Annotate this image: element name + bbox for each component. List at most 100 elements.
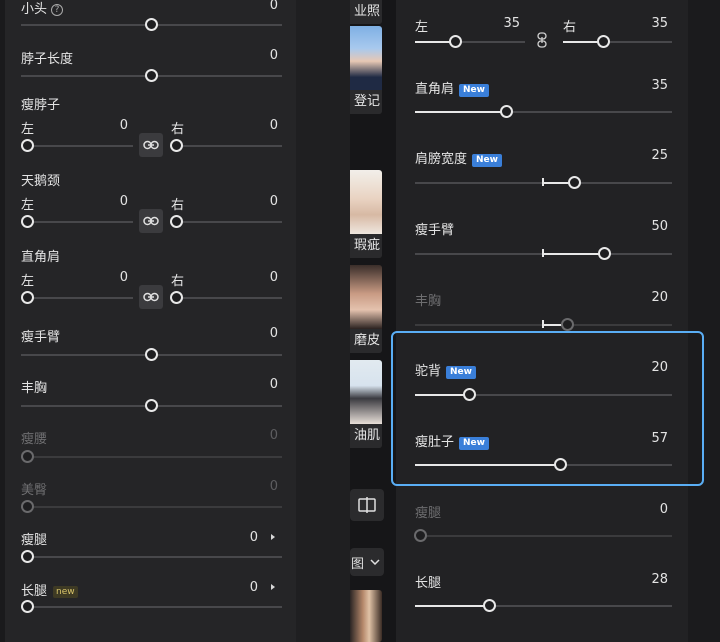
preset-thumb[interactable]: 登记 [350,26,382,114]
long-leg-slider-knob[interactable] [483,599,496,612]
neck-length-label: 脖子长度 [21,52,74,67]
expand-arrow-icon[interactable] [271,584,275,590]
help-icon[interactable]: ? [51,4,64,16]
thin-leg-slider-knob[interactable] [21,550,34,563]
preset-thumb-label: 瑕疵 [350,234,382,258]
long-leg-slider-track[interactable] [21,606,282,608]
link-toggle-button[interactable] [139,209,163,233]
long-leg-value: 28 [651,572,668,587]
thin-waist-value: 0 [269,428,278,443]
long-leg-value: 0 [249,580,258,595]
preset-thumb[interactable]: 瑕疵 [350,170,382,258]
small-head-slider-knob[interactable] [145,18,158,31]
long-leg-slider-knob[interactable] [21,600,34,613]
shoulder-width-slider-knob[interactable] [568,176,581,189]
full-chest-label: 丰胸 [21,381,48,396]
small-head-value: 0 [269,0,278,13]
long-leg-slider-fill [415,605,491,607]
hip-slider-track [21,506,282,508]
thin-arm-value: 0 [269,326,278,341]
full-chest-slider-knob[interactable] [561,318,574,331]
square-shoulder-slider-knob[interactable] [500,105,513,118]
square-shoulder-slider-fill [415,111,507,113]
link-icon [143,140,159,150]
square-shoulder-right-slider-track[interactable] [170,297,282,299]
thin-arm-slider-knob[interactable] [598,247,611,260]
preset-thumbnail-strip: 业照 登记 瑕疵 磨皮 油肌 [350,0,396,642]
full-chest-value: 0 [269,377,278,392]
preset-thumb[interactable]: 磨皮 [350,265,382,353]
hip-label: 美臀 [21,483,48,498]
preset-thumb-label: 登记 [350,90,382,114]
thin-leg-slider-track[interactable] [415,535,672,537]
body-adjust-panel-right: 左 35 右 35 直角肩 New 35 肩膀宽度 New 25 瘦手臂 50 丰胸… [396,0,720,642]
link-icon [143,292,159,302]
square-shoulder-left-label: 左 [21,274,35,289]
thin-leg-value: 0 [249,530,258,545]
full-chest-slider-knob[interactable] [145,399,158,412]
preset-thumb-label: 磨皮 [350,329,382,353]
top-left-slider-knob[interactable] [449,35,462,48]
preset-thumb[interactable] [350,590,382,642]
link-toggle-button[interactable] [139,133,163,157]
swan-neck-right-slider-knob[interactable] [170,215,183,228]
preset-thumb[interactable]: 业照 [350,0,382,24]
square-shoulder-left-slider-knob[interactable] [21,291,34,304]
thin-leg-slider-track[interactable] [21,556,282,558]
square-shoulder-right-label: 右 [171,274,185,289]
left-panel-gutter [296,0,350,642]
mode-select[interactable]: 图 [350,548,384,576]
preset-thumb-image [350,26,382,90]
thin-arm-slider-knob[interactable] [145,348,158,361]
thin-leg-slider-knob[interactable] [414,529,427,542]
swan-neck-left-slider-track[interactable] [21,221,133,223]
thin-neck-left-slider-knob[interactable] [21,139,34,152]
full-chest-label: 丰胸 [415,294,442,309]
thin-neck-right-slider-track[interactable] [170,145,282,147]
chevron-down-icon [370,559,380,565]
square-shoulder-label: 直角肩 New [415,78,489,97]
compare-view-button[interactable] [350,489,384,521]
top-right-label: 右 [563,20,577,35]
swan-neck-left-slider-knob[interactable] [21,215,34,228]
swan-neck-right-slider-track[interactable] [170,221,282,223]
neck-length-slider-knob[interactable] [145,69,158,82]
square-shoulder-right-slider-knob[interactable] [170,291,183,304]
clipped-section-label [415,0,475,2]
swan-neck-left-value: 0 [119,194,128,209]
long-leg-label: 长腿 [415,576,442,591]
new-badge: New [459,84,489,97]
thin-neck-left-label: 左 [21,122,35,137]
preset-thumb[interactable]: 油肌 [350,360,382,448]
square-shoulder-value: 35 [651,78,668,93]
neck-length-value: 0 [269,48,278,63]
preset-thumb-image [350,170,382,234]
swan-neck-right-value: 0 [269,194,278,209]
link-icon[interactable] [536,32,548,48]
thin-leg-label: 瘦腿 [415,506,442,521]
thin-neck-right-slider-knob[interactable] [170,139,183,152]
new-badge: New [472,154,502,167]
link-toggle-button[interactable] [139,285,163,309]
thin-neck-left-slider-track[interactable] [21,145,133,147]
hip-value: 0 [269,479,278,494]
square-shoulder-label: 直角肩 [21,250,61,265]
shoulder-width-value: 25 [651,148,668,163]
thin-neck-right-value: 0 [269,118,278,133]
thin-leg-label: 瘦腿 [21,533,48,548]
top-left-label: 左 [415,20,429,35]
highlight-frame [391,331,704,486]
square-shoulder-left-slider-track[interactable] [21,297,133,299]
thin-arm-label: 瘦手臂 [415,223,455,238]
top-right-value: 35 [651,16,668,31]
preset-thumb-label: 业照 [350,0,382,24]
preset-thumb-image [350,590,382,642]
top-right-slider-knob[interactable] [597,35,610,48]
full-chest-value: 20 [651,290,668,305]
preset-thumb-image [350,360,382,424]
body-adjust-panel-left: 小头? 0 脖子长度 0 瘦脖子 左 0 右 0 天鹅颈 左 0 右 0 直角肩… [0,0,296,642]
thin-leg-value: 0 [659,502,668,517]
preset-thumb-image [350,265,382,329]
new-badge: new [53,586,78,598]
expand-arrow-icon[interactable] [271,534,275,540]
